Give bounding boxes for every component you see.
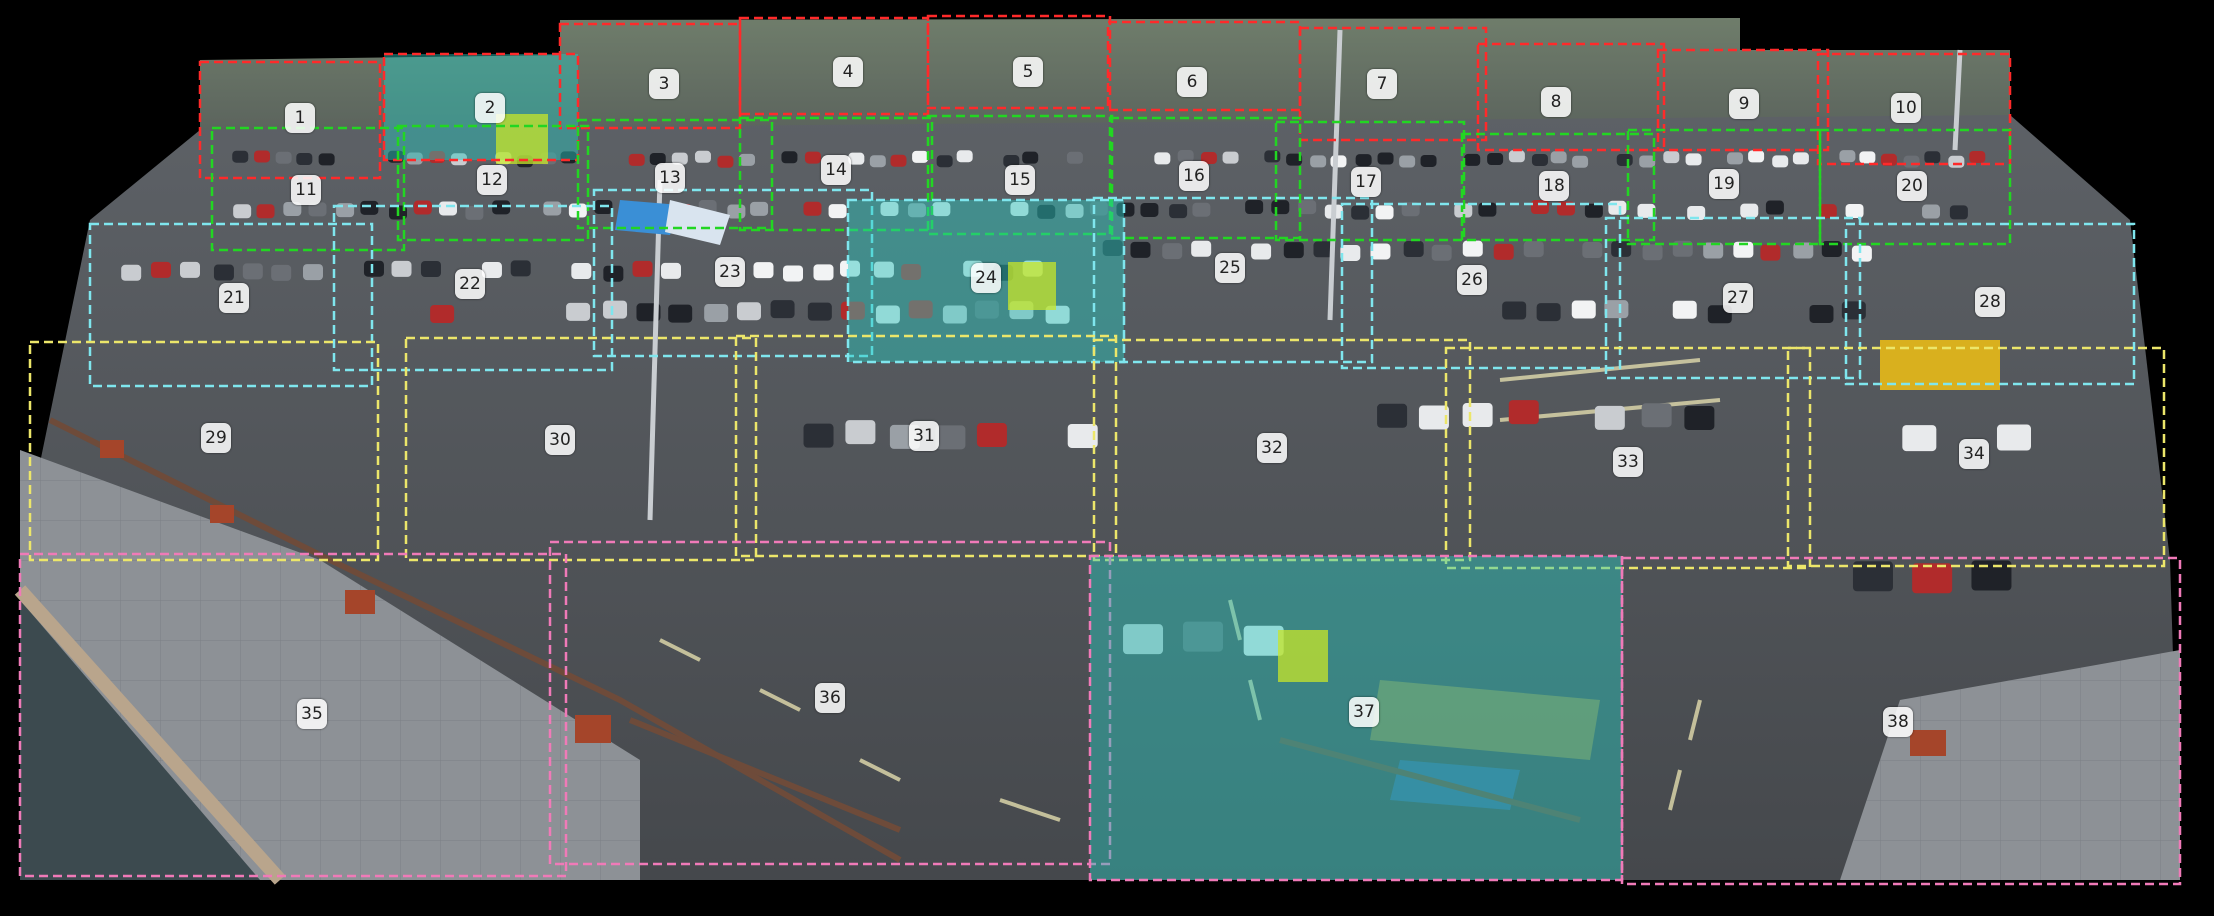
region-5-label: 5: [1013, 57, 1043, 87]
region-30-box: [404, 336, 758, 562]
region-4-label: 4: [833, 57, 863, 87]
region-26-label: 26: [1457, 265, 1487, 295]
region-24-marker: [1008, 262, 1056, 310]
region-11-label: 11: [291, 175, 321, 205]
region-38-label: 38: [1883, 707, 1913, 737]
region-9-label: 9: [1729, 89, 1759, 119]
region-24-label: 24: [971, 263, 1001, 293]
region-6-label: 6: [1177, 67, 1207, 97]
region-22-label: 22: [455, 269, 485, 299]
region-13-label: 13: [655, 163, 685, 193]
region-16-label: 16: [1179, 161, 1209, 191]
region-37-marker: [1278, 630, 1328, 682]
region-31-label: 31: [909, 421, 939, 451]
region-19-label: 19: [1709, 169, 1739, 199]
region-18-label: 18: [1539, 171, 1569, 201]
region-20-label: 20: [1897, 171, 1927, 201]
region-29-label: 29: [201, 423, 231, 453]
region-2-marker: [496, 114, 548, 164]
region-23-label: 23: [715, 257, 745, 287]
region-2-label: 2: [475, 93, 505, 123]
region-7-label: 7: [1367, 69, 1397, 99]
region-37-label: 37: [1349, 697, 1379, 727]
region-34-label: 34: [1959, 439, 1989, 469]
region-33-label: 33: [1613, 447, 1643, 477]
region-3-label: 3: [649, 69, 679, 99]
region-overlay: [18, 14, 2182, 886]
region-12-label: 12: [477, 165, 507, 195]
region-21-label: 21: [219, 283, 249, 313]
region-14-label: 14: [821, 155, 851, 185]
region-10-label: 10: [1891, 93, 1921, 123]
region-25-label: 25: [1215, 253, 1245, 283]
region-30-label: 30: [545, 425, 575, 455]
region-35-label: 35: [297, 699, 327, 729]
region-15-label: 15: [1005, 165, 1035, 195]
region-1-label: 1: [285, 103, 315, 133]
region-27-label: 27: [1723, 283, 1753, 313]
region-36-label: 36: [815, 683, 845, 713]
region-32-label: 32: [1257, 433, 1287, 463]
region-35-box: [18, 552, 568, 878]
region-8-label: 8: [1541, 87, 1571, 117]
region-6-box: [1106, 20, 1302, 112]
region-17-label: 17: [1351, 167, 1381, 197]
region-28-label: 28: [1975, 287, 2005, 317]
